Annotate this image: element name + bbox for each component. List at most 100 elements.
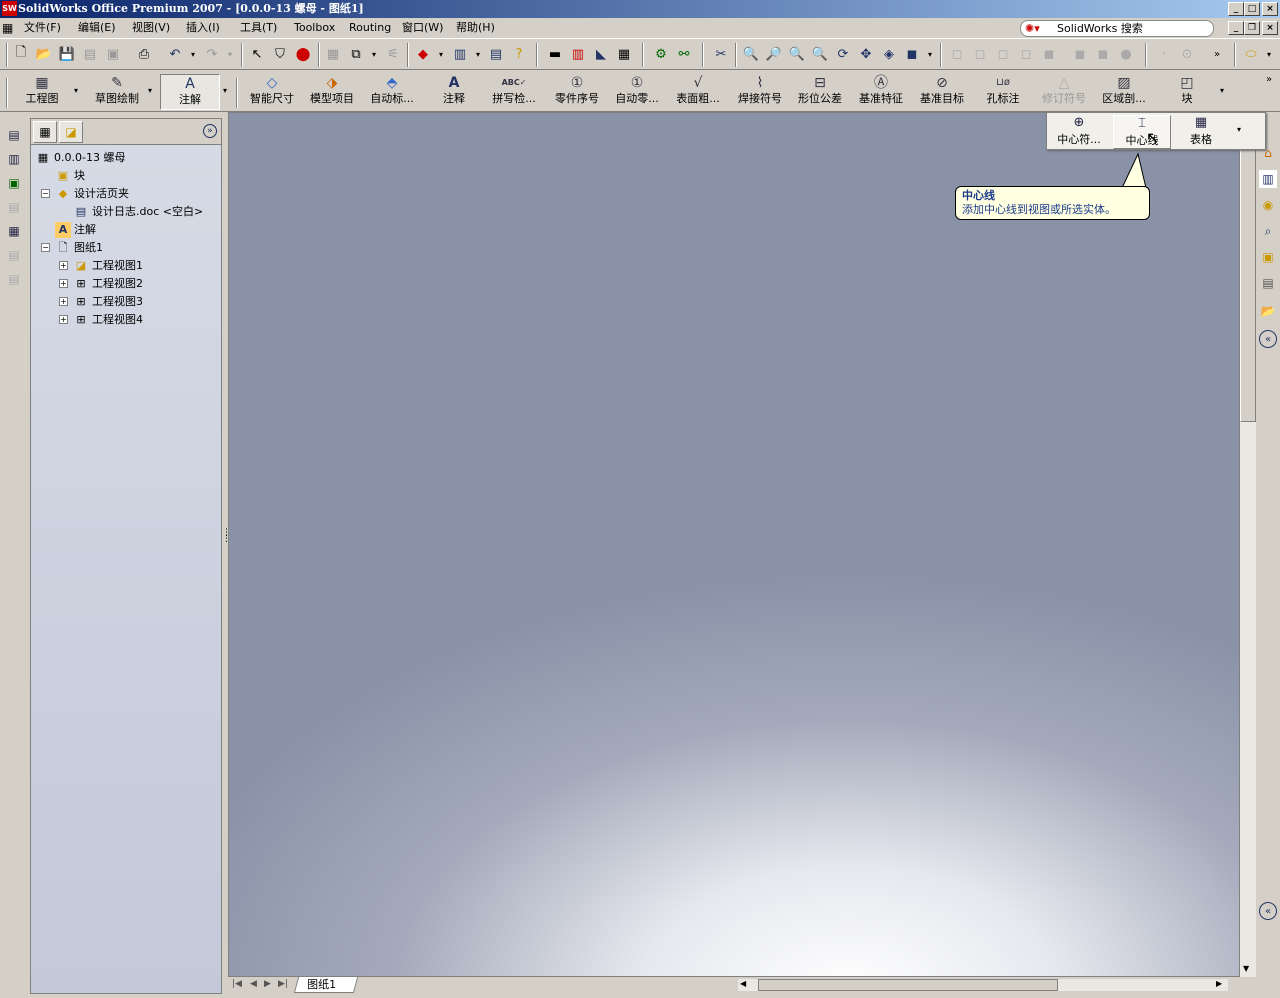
cm-spell-check-button[interactable]: ABC✓ 拼写检... [486,74,542,110]
book-icon[interactable]: ◣ [592,45,610,63]
cm-weld-symbol-button[interactable]: ⌇ 焊接符号 [734,74,786,110]
last-sheet-icon[interactable]: ▶| [278,979,288,989]
cm-annotation-button[interactable]: A 注解 [160,74,220,110]
tree-item-view4[interactable]: ⊞ 工程视图4 [73,311,143,329]
hidden-lines-icon[interactable]: ◼ [1094,45,1112,63]
macro-icon[interactable]: ⚙ [652,45,670,63]
print-icon[interactable]: ⎙ [135,45,153,63]
sketch-relation-icon[interactable]: ⚟ [384,45,402,63]
custom-properties-icon[interactable]: 📂 [1259,302,1277,320]
tree-item-view2[interactable]: ⊞ 工程视图2 [73,275,143,293]
cm-hole-callout-button[interactable]: ⊔ø 孔标注 [982,74,1024,110]
flyout-dropdown-icon[interactable]: ▾ [1237,125,1241,134]
doc-restore-button[interactable]: ❐ [1244,21,1260,35]
help-icon[interactable]: ? [510,45,528,63]
cm-annotation-dropdown-icon[interactable]: ▾ [223,86,227,95]
file-explorer-icon[interactable]: ◉ [1259,196,1277,214]
display-dropdown-icon[interactable]: ▾ [921,45,939,63]
zoom-to-fit-icon[interactable]: 🔍 [742,45,760,63]
undo-icon[interactable]: ↶ [166,45,184,63]
line-icon[interactable]: ▬ [546,45,564,63]
cm-datum-feature-button[interactable]: Ⓐ 基准特征 [855,74,907,110]
cm-block-button[interactable]: ◰ 块 [1176,74,1198,110]
view-left-icon[interactable]: ◻ [994,45,1012,63]
scroll-right-icon[interactable]: ▶ [1216,979,1222,988]
table-button[interactable]: ▦ 表格 [1183,115,1219,149]
horizontal-scrollbar[interactable]: ◀ ▶ [738,979,1228,991]
maximize-button[interactable]: □ [1244,2,1260,16]
search-input[interactable]: ✺▾ SolidWorks 搜索 [1020,20,1214,37]
sheet-format-icon[interactable]: ▤ [5,126,23,144]
minimize-button[interactable]: _ [1228,2,1244,16]
cm-surface-finish-button[interactable]: √ 表面粗... [670,74,726,110]
horizontal-scroll-thumb[interactable] [758,979,1058,991]
cm-sketch-button[interactable]: ✎ 草图绘制 [88,74,146,110]
menu-file[interactable]: 文件(F) [20,20,65,36]
select-icon[interactable]: ↖ [248,45,266,63]
design-library-icon[interactable]: ▥ [1259,170,1277,188]
snap-dropdown-icon[interactable]: ▾ [365,45,383,63]
menu-insert[interactable]: 插入(I) [182,20,224,36]
cm-model-items-button[interactable]: ⬗ 模型项目 [304,74,360,110]
layer-icon[interactable]: ▥ [5,150,23,168]
view-orientation-icon[interactable]: ◈ [880,45,898,63]
feature-tree-tab-icon[interactable]: ▦ [33,121,57,143]
cm-drawing-button[interactable]: ▦ 工程图 [18,74,66,110]
model-icon[interactable]: ◆ [414,45,432,63]
print-preview-icon[interactable]: ▣ [104,45,122,63]
expand-pane-icon[interactable]: » [203,124,217,138]
align-icon[interactable]: ▣ [5,174,23,192]
rebuild-icon[interactable]: ⬤ [294,45,312,63]
collapse-task-pane-icon[interactable]: « [1259,330,1277,348]
property-manager-tab-icon[interactable]: ◪ [59,121,83,143]
undo-dropdown-icon[interactable]: ▾ [184,45,202,63]
display-style-icon[interactable]: ◼ [903,45,921,63]
close-button[interactable]: × [1262,2,1278,16]
tree-item-blocks[interactable]: ▣ 块 [55,167,85,185]
next-sheet-icon[interactable]: ▶ [264,979,271,989]
menu-toolbox[interactable]: Toolbox [290,20,339,36]
link-icon[interactable]: ⚯ [675,45,693,63]
origin-icon[interactable]: ⊙ [1178,45,1196,63]
menu-routing[interactable]: Routing [345,20,395,36]
tree-item-design-journal[interactable]: ▤ 设计日志.doc <空白> [73,203,203,221]
table-tool-icon[interactable]: ▦ [615,45,633,63]
redo-dropdown-icon[interactable]: ▾ [221,45,239,63]
vertical-scrollbar[interactable]: ▼ [1240,112,1256,977]
open-icon[interactable]: 📂 [35,45,53,63]
vertical-scroll-thumb[interactable] [1240,112,1256,422]
layout-dropdown-icon[interactable]: ▾ [469,45,487,63]
task-pane-toggle-icon[interactable]: ⬭ [1242,45,1260,63]
doc-close-button[interactable]: × [1262,21,1278,35]
cm-sketch-dropdown-icon[interactable]: ▾ [148,86,152,95]
view-back-icon[interactable]: ◻ [971,45,989,63]
expand-view1-icon[interactable]: + [59,261,68,270]
app-icon[interactable]: SW [2,1,17,16]
cm-block-dropdown-icon[interactable]: ▾ [1220,86,1224,95]
scroll-down-icon[interactable]: ▼ [1243,964,1249,973]
appearance-icon[interactable]: ▤ [1259,274,1277,292]
expand-view2-icon[interactable]: + [59,279,68,288]
hatch-icon[interactable]: ▥ [569,45,587,63]
properties-icon[interactable]: ▤ [487,45,505,63]
select-filter-icon[interactable]: ⛉ [271,45,289,63]
zoom-in-out-icon[interactable]: 🔍 [788,45,806,63]
tree-item-sheet1[interactable]: 🗋 图纸1 [55,239,103,257]
cm-drawing-dropdown-icon[interactable]: ▾ [74,86,78,95]
pan-icon[interactable]: ✥ [857,45,875,63]
expand-view4-icon[interactable]: + [59,315,68,324]
snap-icon[interactable]: ⧉ [347,45,365,63]
shaded-icon[interactable]: ● [1117,45,1135,63]
menu-edit[interactable]: 编辑(E) [74,20,120,36]
cm-note-button[interactable]: A 注释 [436,74,472,110]
rotate-icon[interactable]: ⟳ [834,45,852,63]
center-mark-button[interactable]: ⊕ 中心符... [1053,115,1105,149]
cm-area-hatch-button[interactable]: ▨ 区域剖... [1096,74,1152,110]
view-front-icon[interactable]: ◻ [948,45,966,63]
tree-item-view3[interactable]: ⊞ 工程视图3 [73,293,143,311]
bring-front-icon[interactable]: ▤ [5,246,23,264]
model-dropdown-icon[interactable]: ▾ [432,45,450,63]
view-top-icon[interactable]: ◼ [1040,45,1058,63]
cm-datum-target-button[interactable]: ⊘ 基准目标 [916,74,968,110]
menu-window[interactable]: 窗口(W) [398,20,447,36]
